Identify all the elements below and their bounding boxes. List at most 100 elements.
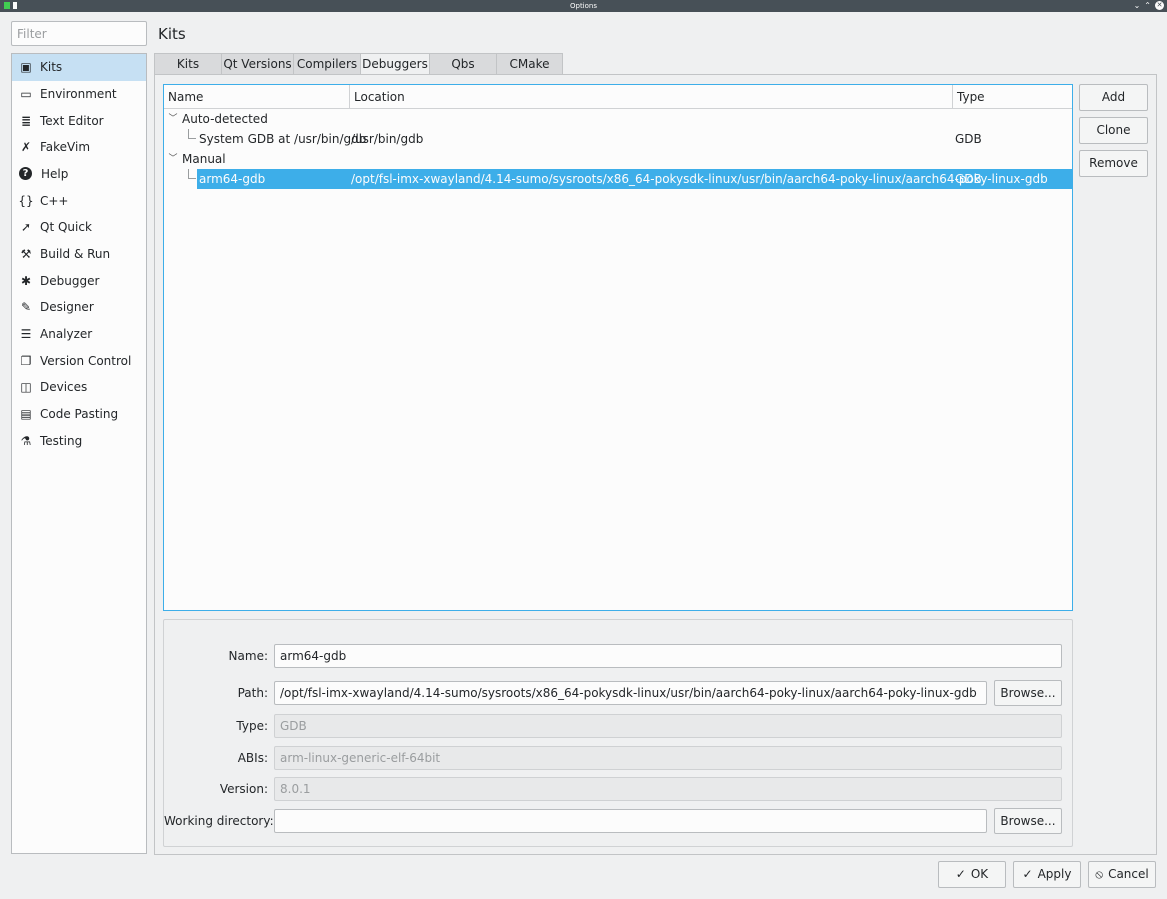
sidebar-item-label: FakeVim — [40, 140, 91, 155]
sidebar-item-text-editor[interactable]: ≣ Text Editor — [12, 107, 146, 134]
working-directory-field[interactable] — [274, 809, 987, 833]
add-button[interactable]: Add — [1079, 84, 1148, 111]
close-icon[interactable]: ✕ — [1155, 1, 1164, 10]
version-label: Version: — [219, 782, 268, 796]
page-title: Kits — [158, 25, 186, 43]
tree-header: Name Location Type — [164, 85, 1072, 109]
sidebar-item-help[interactable]: ? Help — [12, 161, 146, 188]
debugger-details: Name: Path: Browse... Type: GDB ABIs: ar… — [163, 619, 1073, 847]
cell-type: GDB — [955, 172, 982, 186]
help-icon: ? — [19, 167, 32, 181]
tree-group-manual[interactable]: ﹀ Manual — [164, 149, 1072, 169]
analyzer-icon: ☰ — [20, 326, 32, 341]
clipboard-icon: ▤ — [20, 406, 32, 421]
sidebar-item-devices[interactable]: ◫ Devices — [12, 374, 146, 401]
sidebar-item-fakevim[interactable]: ✗ FakeVim — [12, 134, 146, 161]
working-directory-label: Working directory: — [164, 814, 274, 828]
tree-branch-line — [188, 169, 196, 179]
tab-cmake[interactable]: CMake — [496, 53, 563, 75]
sidebar-item-label: Testing — [40, 433, 83, 448]
abis-field: arm-linux-generic-elf-64bit — [274, 746, 1062, 770]
sidebar-item-testing[interactable]: ⚗ Testing — [12, 427, 146, 454]
type-field: GDB — [274, 714, 1062, 738]
hammer-icon: ⚒ — [20, 246, 32, 261]
ok-label: OK — [970, 867, 989, 881]
column-header-location[interactable]: Location — [350, 85, 953, 108]
maximize-icon[interactable]: ⌃ — [1144, 0, 1151, 12]
cell-location: /usr/bin/gdb — [351, 132, 424, 146]
tab-qbs[interactable]: Qbs — [429, 53, 496, 75]
apply-button[interactable]: ✓ Apply — [1013, 861, 1081, 888]
sidebar-item-label: Debugger — [40, 273, 100, 288]
sidebar-item-label: Environment — [40, 86, 117, 101]
monitor-icon: ▭ — [20, 86, 32, 101]
tab-qt-versions[interactable]: Qt Versions — [221, 53, 293, 75]
check-icon: ✓ — [955, 867, 966, 881]
remove-button[interactable]: Remove — [1079, 150, 1148, 177]
minimize-icon[interactable]: ⌄ — [1134, 0, 1141, 12]
apply-label: Apply — [1037, 867, 1072, 881]
pencil-icon: ✎ — [20, 300, 32, 315]
sidebar-item-analyzer[interactable]: ☰ Analyzer — [12, 321, 146, 348]
sidebar-item-code-pasting[interactable]: ▤ Code Pasting — [12, 401, 146, 428]
path-label: Path: — [237, 686, 268, 700]
name-field[interactable] — [274, 644, 1062, 668]
window-controls: ⌄ ⌃ ✕ — [1134, 0, 1164, 12]
sidebar-item-label: Devices — [40, 380, 88, 395]
cell-name: System GDB at /usr/bin/gdb — [199, 132, 367, 146]
ok-button[interactable]: ✓ OK — [938, 861, 1006, 888]
sidebar-item-build-run[interactable]: ⚒ Build & Run — [12, 241, 146, 268]
cancel-icon: ⦸ — [1095, 867, 1104, 881]
cell-type: GDB — [955, 132, 982, 146]
sidebar-item-environment[interactable]: ▭ Environment — [12, 81, 146, 108]
tree-group-auto-detected[interactable]: ﹀ Auto-detected — [164, 109, 1072, 129]
tab-debuggers[interactable]: Debuggers — [360, 53, 429, 75]
version-field: 8.0.1 — [274, 777, 1062, 801]
group-label: Manual — [182, 152, 226, 166]
text-editor-icon: ≣ — [20, 113, 32, 128]
sidebar-item-designer[interactable]: ✎ Designer — [12, 294, 146, 321]
tab-compilers[interactable]: Compilers — [293, 53, 360, 75]
sidebar-item-kits[interactable]: ▣ Kits — [12, 54, 146, 81]
sidebar-item-label: Help — [41, 166, 69, 181]
cancel-button[interactable]: ⦸ Cancel — [1088, 861, 1156, 888]
path-field[interactable] — [274, 681, 987, 705]
filter-input[interactable] — [11, 21, 147, 46]
sidebar-item-debugger[interactable]: ✱ Debugger — [12, 267, 146, 294]
window-titlebar: Options ⌄ ⌃ ✕ — [0, 0, 1167, 12]
cell-name: arm64-gdb — [199, 172, 266, 186]
sidebar-item-version-control[interactable]: ❐ Version Control — [12, 347, 146, 374]
sidebar-item-label: Code Pasting — [40, 406, 119, 421]
sidebar-item-label: C++ — [40, 193, 69, 208]
sidebar-item-cpp[interactable]: {} C++ — [12, 187, 146, 214]
sidebar-item-label: Qt Quick — [40, 220, 92, 235]
column-header-type[interactable]: Type — [953, 85, 1072, 108]
chevron-down-icon[interactable]: ﹀ — [168, 109, 178, 129]
fakevim-icon: ✗ — [20, 140, 32, 155]
tab-kits[interactable]: Kits — [154, 53, 221, 75]
column-header-name[interactable]: Name — [164, 85, 350, 108]
group-label: Auto-detected — [182, 112, 268, 126]
table-row-selected[interactable]: arm64-gdb /opt/fsl-imx-xwayland/4.14-sum… — [164, 169, 1072, 189]
debugger-tree[interactable]: Name Location Type ﹀ Auto-detected Syste… — [163, 84, 1073, 611]
sidebar-item-label: Build & Run — [40, 246, 111, 261]
path-browse-button[interactable]: Browse... — [994, 680, 1062, 706]
table-row[interactable]: System GDB at /usr/bin/gdb /usr/bin/gdb … — [164, 129, 1072, 149]
abis-label: ABIs: — [237, 751, 268, 765]
sidebar-item-label: Version Control — [40, 353, 132, 368]
sidebar-item-label: Kits — [40, 60, 63, 75]
chevron-down-icon[interactable]: ﹀ — [168, 149, 178, 169]
type-label: Type: — [236, 719, 268, 733]
sidebar-item-label: Designer — [40, 300, 94, 315]
working-directory-browse-button[interactable]: Browse... — [994, 808, 1062, 834]
flask-icon: ⚗ — [20, 433, 32, 448]
sidebar-item-label: Text Editor — [40, 113, 104, 128]
tree-branch-line — [188, 129, 196, 139]
sidebar-item-label: Analyzer — [40, 326, 93, 341]
devices-icon: ◫ — [20, 380, 32, 395]
cell-location: /opt/fsl-imx-xwayland/4.14-sumo/sysroots… — [351, 172, 1048, 186]
window-title: Options — [569, 2, 597, 10]
sidebar-item-qt-quick[interactable]: ➚ Qt Quick — [12, 214, 146, 241]
tab-bar: Kits Qt Versions Compilers Debuggers Qbs… — [154, 53, 563, 75]
clone-button[interactable]: Clone — [1079, 117, 1148, 144]
